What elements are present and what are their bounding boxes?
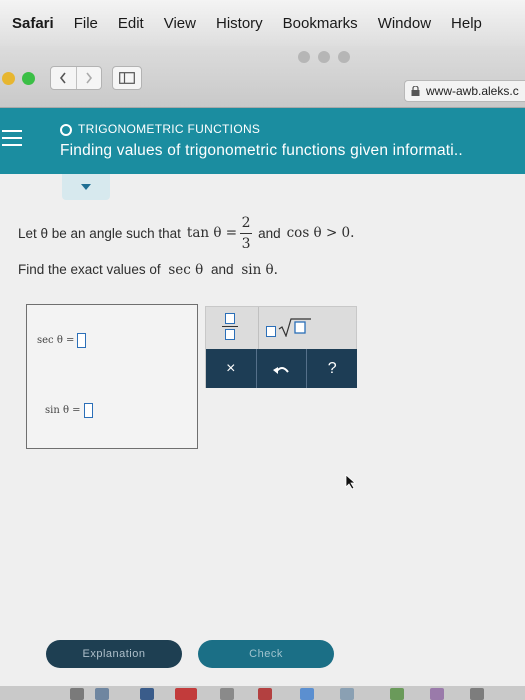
menu-help[interactable]: Help <box>451 15 482 32</box>
sin-expression: sin θ. <box>241 262 278 278</box>
page-title: Finding values of trigonometric function… <box>60 142 463 159</box>
undo-button[interactable] <box>255 349 307 388</box>
fraction-numerator: 2 <box>241 214 251 231</box>
undo-icon <box>272 366 289 374</box>
chevron-left-icon <box>60 72 66 84</box>
check-button[interactable]: Check <box>198 640 334 668</box>
chevron-down-icon <box>81 184 91 190</box>
sec-answer-row: sec θ = <box>37 333 87 348</box>
problem-statement: Let θ be an angle such that tan θ = 2 3 … <box>18 214 518 279</box>
tab-overview-dots[interactable] <box>290 50 358 64</box>
menu-icon[interactable] <box>2 130 22 146</box>
zoom-window-button[interactable] <box>22 72 35 85</box>
sidebar-toggle-button[interactable] <box>112 66 142 90</box>
menu-file[interactable]: File <box>74 15 98 32</box>
menu-history[interactable]: History <box>216 15 263 32</box>
math-palette: × ? <box>205 306 357 388</box>
clear-button[interactable]: × <box>206 349 256 388</box>
topic-header: TRIGONOMETRIC FUNCTIONS Finding values o… <box>0 108 525 174</box>
sec-answer-label: sec θ = <box>37 335 75 346</box>
fraction-denominator: 3 <box>241 235 251 252</box>
navigation-buttons <box>50 66 102 90</box>
problem-and-2: and <box>211 262 234 277</box>
url-text: www-awb.aleks.c <box>426 84 519 98</box>
minimize-window-button[interactable] <box>2 72 15 85</box>
sqrt-template-button[interactable] <box>266 317 312 337</box>
menu-bar: Safari File Edit View History Bookmarks … <box>0 0 525 46</box>
dock-strip <box>0 686 525 700</box>
sin-answer-row: sin θ = <box>45 403 93 418</box>
mouse-cursor-icon <box>345 474 357 490</box>
chevron-right-icon <box>86 72 92 84</box>
menu-view[interactable]: View <box>164 15 196 32</box>
address-bar[interactable]: www-awb.aleks.c <box>404 80 525 102</box>
sec-answer-input[interactable] <box>77 333 87 348</box>
browser-toolbar: www-awb.aleks.c <box>0 46 525 108</box>
problem-area: Let θ be an angle such that tan θ = 2 3 … <box>0 174 525 700</box>
forward-button[interactable] <box>77 67 102 89</box>
fraction-template-button[interactable] <box>222 313 238 340</box>
sidebar-icon <box>119 72 135 84</box>
progress-ring-icon <box>60 124 72 136</box>
menu-app-safari[interactable]: Safari <box>12 15 54 32</box>
help-button[interactable]: ? <box>306 349 357 388</box>
sin-answer-input[interactable] <box>83 403 93 418</box>
tan-expression: tan θ = <box>186 225 238 241</box>
menu-window[interactable]: Window <box>378 15 431 32</box>
problem-intro: Let θ be an angle such that <box>18 225 181 241</box>
problem-and-1: and <box>258 225 281 241</box>
tan-fraction: 2 3 <box>240 214 253 252</box>
topic-label: TRIGONOMETRIC FUNCTIONS <box>78 122 261 136</box>
sin-answer-label: sin θ = <box>45 405 81 416</box>
problem-instruction: Find the exact values of <box>18 262 161 277</box>
answer-box: sec θ = sin θ = <box>26 304 198 449</box>
cos-condition: cos θ > 0. <box>286 225 355 241</box>
menu-bookmarks[interactable]: Bookmarks <box>283 15 358 32</box>
explanation-button[interactable]: Explanation <box>46 640 182 668</box>
square-root-icon <box>278 318 311 337</box>
back-button[interactable] <box>51 67 77 89</box>
lock-icon <box>411 86 420 96</box>
menu-edit[interactable]: Edit <box>118 15 144 32</box>
sec-expression: sec θ <box>168 262 204 278</box>
collapse-tab-button[interactable] <box>62 174 110 200</box>
